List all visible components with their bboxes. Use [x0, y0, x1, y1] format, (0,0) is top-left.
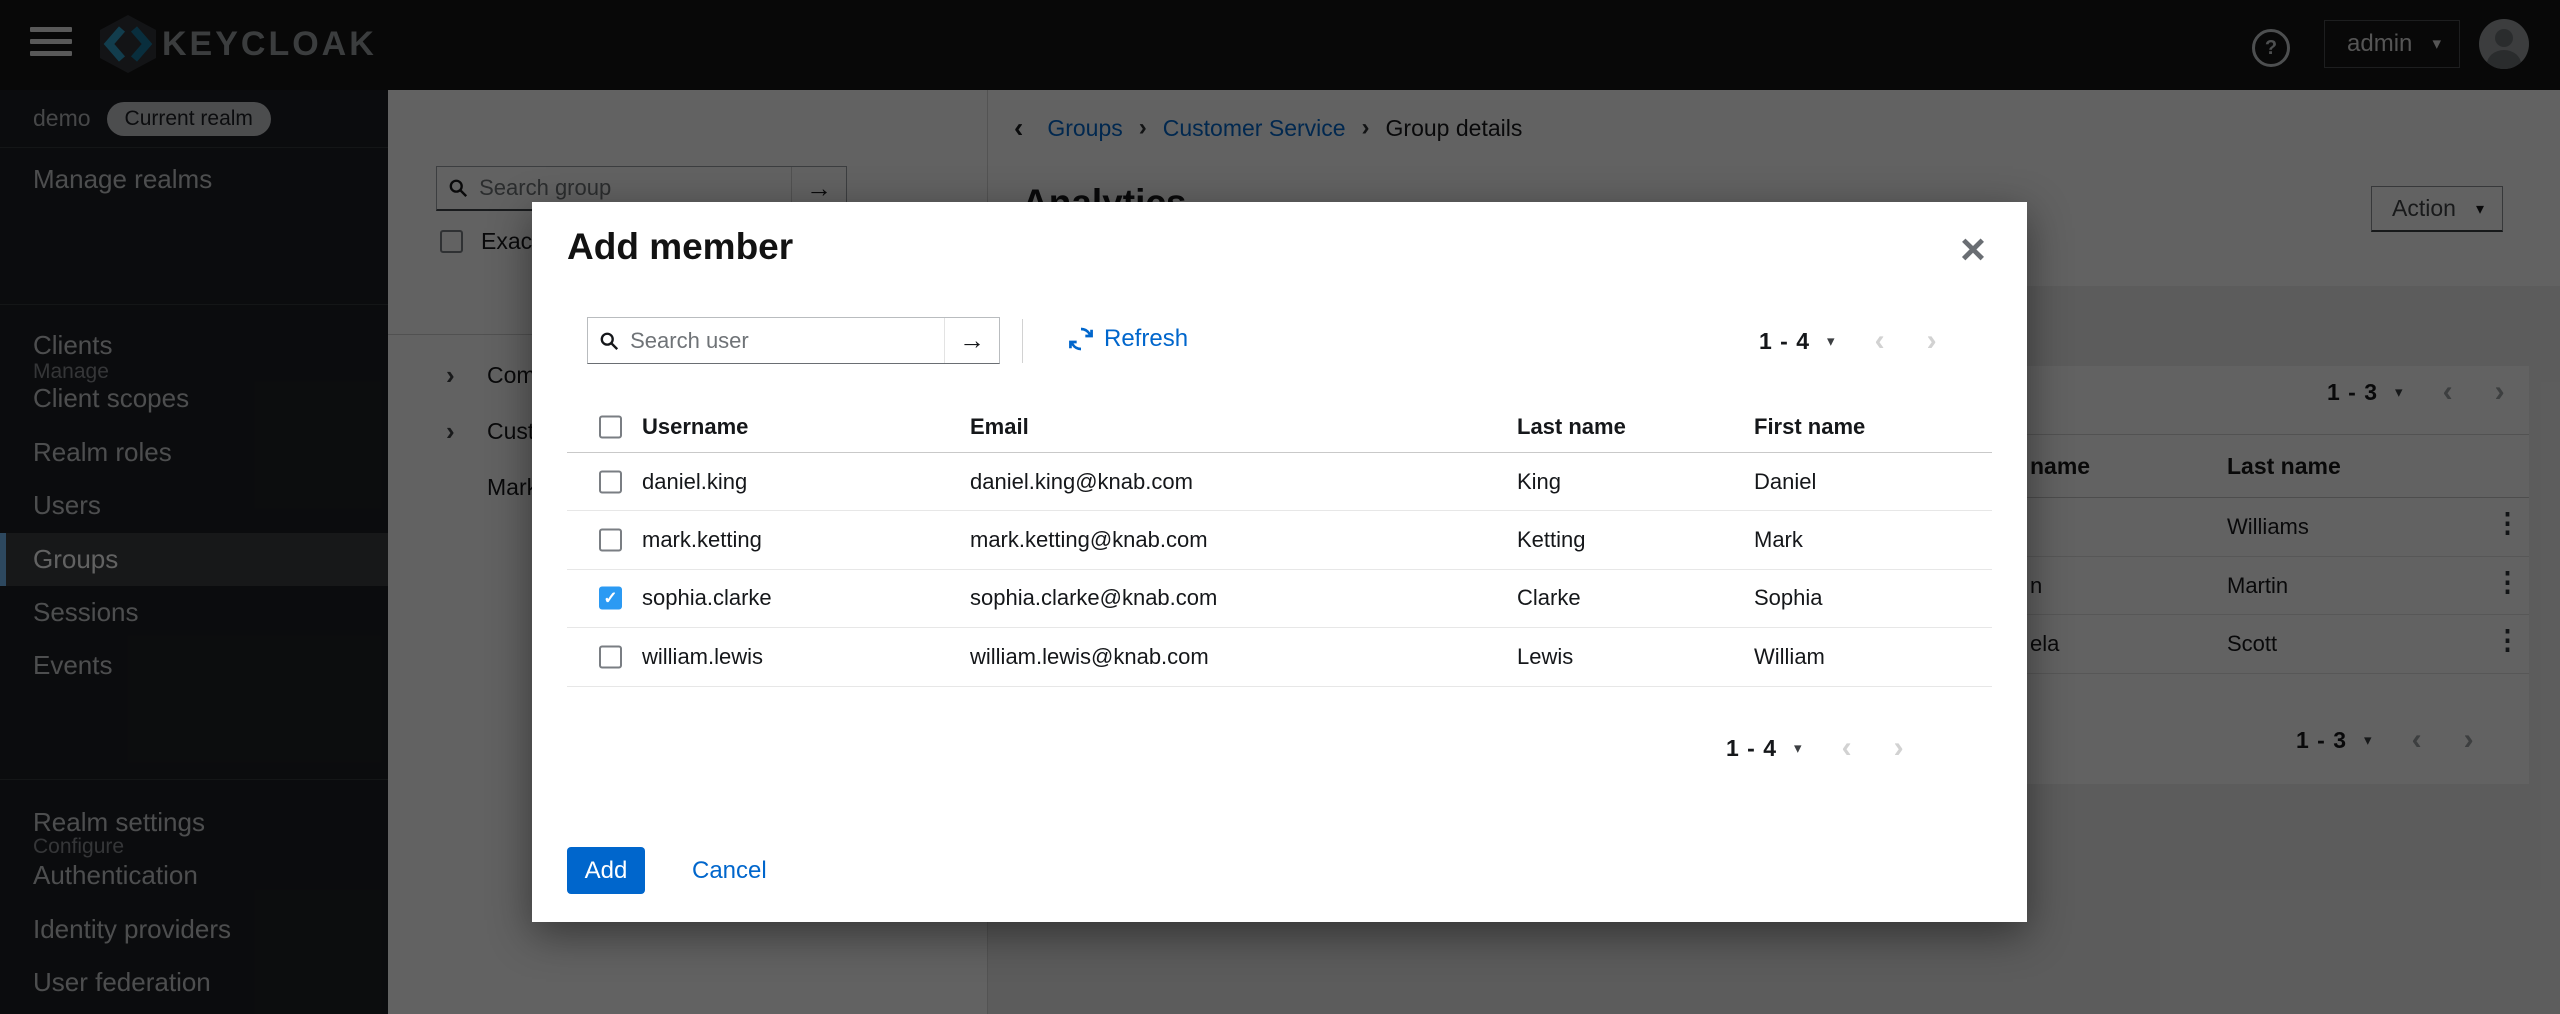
next-page-icon[interactable]: ›: [1927, 324, 1937, 358]
modal-pagination-top: 1 - 4 ▾ ‹ ›: [1759, 323, 1937, 359]
arrow-right-icon: →: [959, 325, 985, 356]
username-column-header: Username: [642, 414, 748, 440]
previous-page-icon[interactable]: ‹: [1875, 324, 1885, 358]
divider: [1022, 319, 1023, 363]
refresh-label: Refresh: [1104, 325, 1188, 353]
username-cell: sophia.clarke: [642, 585, 772, 611]
modal-title: Add member: [567, 226, 793, 268]
next-page-icon[interactable]: ›: [1894, 731, 1904, 765]
pagination-range: 1 - 4: [1726, 735, 1777, 762]
username-cell: daniel.king: [642, 469, 747, 495]
chevron-down-icon[interactable]: ▾: [1827, 332, 1835, 350]
first-name-cell: Daniel: [1754, 469, 1816, 495]
last-name-column-header: Last name: [1517, 414, 1626, 440]
cancel-button[interactable]: Cancel: [686, 856, 773, 886]
close-icon[interactable]: ×: [1951, 228, 1995, 272]
email-cell: william.lewis@knab.com: [970, 644, 1209, 670]
last-name-cell: Clarke: [1517, 585, 1581, 611]
pagination-range: 1 - 4: [1759, 328, 1810, 355]
users-table-header-row: Username Email Last name First name: [567, 402, 1992, 453]
modal-pagination-bottom: 1 - 4 ▾ ‹ ›: [1726, 730, 1904, 766]
user-row: mark.ketting mark.ketting@knab.com Ketti…: [567, 511, 1992, 569]
keycloak-admin-console: KEYCLOAK ? admin ▾ demo Current realm Ma…: [0, 0, 2560, 1014]
email-cell: mark.ketting@knab.com: [970, 527, 1208, 553]
email-cell: sophia.clarke@knab.com: [970, 585, 1217, 611]
search-icon: [600, 331, 618, 351]
refresh-icon: [1068, 326, 1094, 352]
user-row: daniel.king daniel.king@knab.com King Da…: [567, 453, 1992, 511]
add-member-modal: Add member × → Refresh: [532, 202, 2027, 922]
modal-toolbar: → Refresh 1 - 4 ▾ ‹ ›: [532, 317, 2027, 367]
last-name-cell: Lewis: [1517, 644, 1573, 670]
row-checkbox[interactable]: [599, 645, 622, 668]
select-all-checkbox[interactable]: [599, 416, 622, 439]
users-table: Username Email Last name First name dani…: [567, 402, 1992, 687]
first-name-cell: William: [1754, 644, 1825, 670]
user-row: william.lewis william.lewis@knab.com Lew…: [567, 628, 1992, 686]
chevron-down-icon[interactable]: ▾: [1794, 739, 1802, 757]
username-cell: mark.ketting: [642, 527, 762, 553]
users-table-body: daniel.king daniel.king@knab.com King Da…: [567, 453, 1992, 687]
last-name-cell: Ketting: [1517, 527, 1586, 553]
email-cell: daniel.king@knab.com: [970, 469, 1193, 495]
refresh-button[interactable]: Refresh: [1068, 325, 1188, 353]
search-user-submit-button[interactable]: →: [944, 318, 999, 363]
add-button[interactable]: Add: [567, 847, 645, 894]
first-name-cell: Sophia: [1754, 585, 1823, 611]
search-user-inputgroup: →: [587, 317, 1000, 364]
last-name-cell: King: [1517, 469, 1561, 495]
row-checkbox[interactable]: [599, 470, 622, 493]
row-checkbox[interactable]: ✓: [599, 587, 622, 610]
first-name-cell: Mark: [1754, 527, 1803, 553]
user-row: ✓ sophia.clarke sophia.clarke@knab.com C…: [567, 570, 1992, 628]
email-column-header: Email: [970, 414, 1029, 440]
first-name-column-header: First name: [1754, 414, 1865, 440]
search-user-input[interactable]: [628, 327, 944, 355]
username-cell: william.lewis: [642, 644, 763, 670]
previous-page-icon[interactable]: ‹: [1842, 731, 1852, 765]
row-checkbox[interactable]: [599, 529, 622, 552]
modal-footer: Add Cancel: [567, 847, 773, 894]
